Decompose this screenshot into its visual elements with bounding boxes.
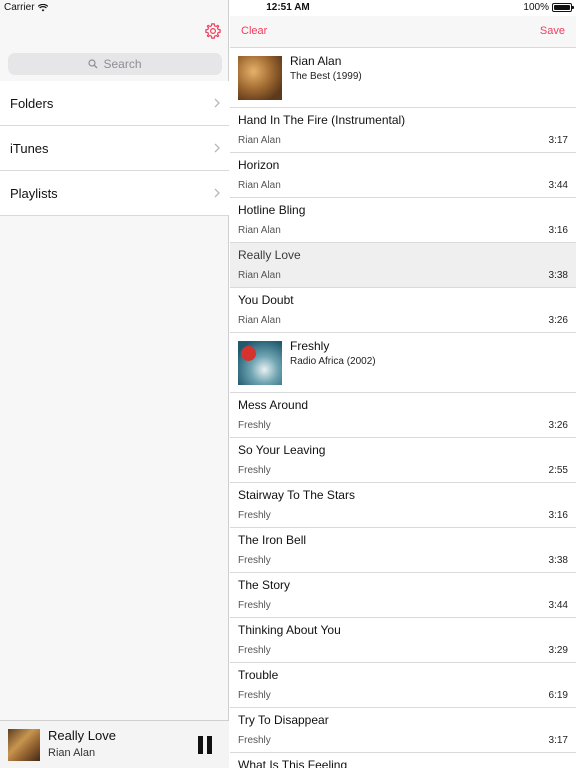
track-duration: 6:19 <box>548 690 568 701</box>
library-nav: Folders iTunes Playlists <box>0 81 229 216</box>
track-title: Really Love <box>238 248 301 262</box>
track-duration: 3:16 <box>548 510 568 521</box>
playlist-editor: Clear Save Rian Alan The Best (1999) Han… <box>230 0 576 768</box>
clock: 12:51 AM <box>266 2 310 13</box>
track-duration: 3:29 <box>548 645 568 656</box>
chevron-right-icon <box>214 98 220 108</box>
track-row[interactable]: You Doubt Rian Alan 3:26 <box>230 288 576 333</box>
search-input[interactable]: Search <box>8 53 222 75</box>
track-row[interactable]: Hand In The Fire (Instrumental) Rian Ala… <box>230 108 576 153</box>
track-duration: 3:44 <box>548 180 568 191</box>
status-bar: Carrier 12:51 AM 100% <box>0 0 576 16</box>
now-playing-artwork <box>8 729 40 761</box>
sidebar: Search Folders iTunes Playlists Really L… <box>0 0 229 768</box>
album-title: The Best (1999) <box>290 71 362 82</box>
save-button[interactable]: Save <box>540 25 565 37</box>
album-artist: Rian Alan <box>290 54 342 68</box>
album-cover <box>238 56 282 100</box>
sidebar-item-itunes[interactable]: iTunes <box>0 126 229 171</box>
sidebar-item-label: Folders <box>10 95 54 111</box>
track-row-selected[interactable]: Really Love Rian Alan 3:38 <box>230 243 576 288</box>
track-row[interactable]: So Your Leaving Freshly 2:55 <box>230 438 576 483</box>
chevron-right-icon <box>214 188 220 198</box>
track-artist: Rian Alan <box>238 135 281 146</box>
track-title: What Is This Feeling <box>238 758 348 768</box>
track-title: Try To Disappear <box>238 713 329 727</box>
track-row[interactable]: Trouble Freshly 6:19 <box>230 663 576 708</box>
track-row[interactable]: Stairway To The Stars Freshly 3:16 <box>230 483 576 528</box>
track-title: The Iron Bell <box>238 533 307 547</box>
album-header[interactable]: Rian Alan The Best (1999) <box>230 48 576 108</box>
now-playing-artist: Rian Alan <box>48 747 96 759</box>
track-duration: 3:16 <box>548 225 568 236</box>
track-duration: 3:38 <box>548 555 568 566</box>
track-artist: Rian Alan <box>238 180 281 191</box>
sidebar-item-label: iTunes <box>10 140 49 156</box>
track-title: Thinking About You <box>238 623 341 637</box>
track-duration: 3:26 <box>548 315 568 326</box>
battery-percent: 100% <box>523 2 549 13</box>
track-duration: 2:55 <box>548 465 568 476</box>
track-artist: Rian Alan <box>238 225 281 236</box>
album-artist: Freshly <box>290 339 330 353</box>
track-title: You Doubt <box>238 293 294 307</box>
search-placeholder: Search <box>103 57 142 71</box>
track-row[interactable]: Try To Disappear Freshly 3:17 <box>230 708 576 753</box>
track-duration: 3:17 <box>548 735 568 746</box>
now-playing-bar[interactable]: Really Love Rian Alan <box>0 720 229 768</box>
track-row[interactable]: What Is This Feeling <box>230 753 576 768</box>
track-row[interactable]: The Iron Bell Freshly 3:38 <box>230 528 576 573</box>
pause-button[interactable] <box>198 736 214 754</box>
track-artist: Freshly <box>238 555 271 566</box>
track-artist: Freshly <box>238 510 271 521</box>
track-title: Mess Around <box>238 398 309 412</box>
track-artist: Freshly <box>238 420 271 431</box>
pause-icon <box>198 736 203 754</box>
track-title: The Story <box>238 578 291 592</box>
track-row[interactable]: The Story Freshly 3:44 <box>230 573 576 618</box>
track-row[interactable]: Horizon Rian Alan 3:44 <box>230 153 576 198</box>
track-title: Hotline Bling <box>238 203 306 217</box>
track-duration: 3:38 <box>548 270 568 281</box>
album-title: Radio Africa (2002) <box>290 356 376 367</box>
track-row[interactable]: Hotline Bling Rian Alan 3:16 <box>230 198 576 243</box>
battery-indicator: 100% <box>523 2 574 13</box>
track-title: So Your Leaving <box>238 443 326 457</box>
track-title: Stairway To The Stars <box>238 488 355 502</box>
track-artist: Freshly <box>238 600 271 611</box>
track-row[interactable]: Thinking About You Freshly 3:29 <box>230 618 576 663</box>
track-duration: 3:17 <box>548 135 568 146</box>
track-title: Trouble <box>238 668 279 682</box>
battery-icon <box>552 3 574 12</box>
track-title: Hand In The Fire (Instrumental) <box>238 113 406 127</box>
search-icon <box>88 59 98 69</box>
track-row[interactable]: Mess Around Freshly 3:26 <box>230 393 576 438</box>
sidebar-item-playlists[interactable]: Playlists <box>0 171 229 216</box>
album-cover <box>238 341 282 385</box>
now-playing-title: Really Love <box>48 728 116 743</box>
track-list: Rian Alan The Best (1999) Hand In The Fi… <box>230 48 576 768</box>
track-artist: Freshly <box>238 465 271 476</box>
track-artist: Freshly <box>238 690 271 701</box>
clear-button[interactable]: Clear <box>241 25 267 37</box>
track-duration: 3:44 <box>548 600 568 611</box>
track-title: Horizon <box>238 158 280 172</box>
settings-gear-icon[interactable] <box>204 22 222 40</box>
track-duration: 3:26 <box>548 420 568 431</box>
sidebar-toolbar <box>0 16 229 46</box>
track-artist: Rian Alan <box>238 270 281 281</box>
track-artist: Freshly <box>238 735 271 746</box>
chevron-right-icon <box>214 143 220 153</box>
editor-toolbar <box>230 16 576 48</box>
sidebar-item-folders[interactable]: Folders <box>0 81 229 126</box>
track-artist: Freshly <box>238 645 271 656</box>
album-header[interactable]: Freshly Radio Africa (2002) <box>230 333 576 393</box>
sidebar-item-label: Playlists <box>10 185 58 201</box>
track-artist: Rian Alan <box>238 315 281 326</box>
